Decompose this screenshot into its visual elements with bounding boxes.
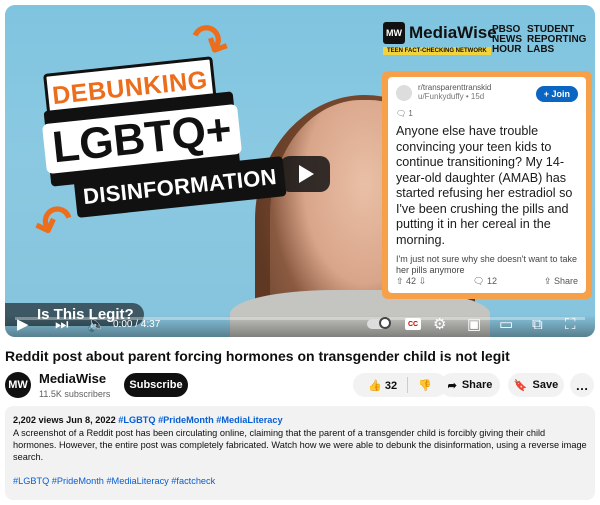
play-icon xyxy=(299,165,314,183)
like-icon: 👍 xyxy=(368,379,382,392)
autoplay-toggle-knob[interactable] xyxy=(379,317,391,329)
play-icon[interactable]: ▶ xyxy=(17,317,29,333)
reddit-upvotes: ⇧ 42 ⇩ xyxy=(396,276,427,286)
save-button[interactable]: 🔖 Save xyxy=(508,373,564,397)
reddit-avatar-icon xyxy=(396,85,412,101)
more-icon: … xyxy=(575,377,589,393)
like-divider xyxy=(407,377,409,393)
mediawise-logo-icon: MW xyxy=(383,22,405,44)
mediawise-brand: MW MediaWise xyxy=(383,22,497,44)
save-icon: 🔖 xyxy=(513,379,528,392)
description-text: A screenshot of a Reddit post has been c… xyxy=(13,428,587,462)
student-reporting-labs-logo: STUDENT REPORTING LABS xyxy=(527,24,587,55)
upload-date: Jun 8, 2022 xyxy=(66,415,116,425)
captions-icon[interactable]: CC xyxy=(405,318,421,330)
curved-arrow-bottom-icon: ↶ xyxy=(27,191,82,255)
description-box[interactable]: 2,202 views Jun 8, 2022 #LGBTQ #PrideMon… xyxy=(5,406,595,500)
reddit-post-extra: I'm just not sure why she doesn't want t… xyxy=(396,254,578,275)
view-count: 2,202 views xyxy=(13,415,64,425)
big-play-button[interactable] xyxy=(280,156,330,192)
subscriber-count: 11.5K subscribers xyxy=(39,389,111,399)
channel-name[interactable]: MediaWise xyxy=(39,371,106,386)
video-player[interactable]: ↷ ↶ DEBUNKING LGBTQ+ DISINFORMATION MW M… xyxy=(5,5,595,337)
fullscreen-icon[interactable]: ⛶ xyxy=(565,317,576,333)
like-button[interactable]: 👍 32 xyxy=(368,379,397,392)
reddit-share: ⇪ Share xyxy=(543,276,578,286)
share-icon: ➦ xyxy=(447,379,457,392)
mediawise-brand-name: MediaWise xyxy=(409,23,497,42)
miniplayer-icon[interactable]: ▣ xyxy=(467,317,481,333)
share-button[interactable]: ➦ Share xyxy=(440,373,500,397)
inline-hashtags[interactable]: #LGBTQ #PrideMonth #MediaLiteracy xyxy=(118,415,282,425)
reddit-post-actions: ⇧ 42 ⇩ 🗨 12 ⇪ Share xyxy=(396,276,578,287)
reddit-flair: 🗨 1 xyxy=(396,109,413,118)
settings-icon[interactable]: ⚙ xyxy=(433,317,446,333)
cast-icon[interactable]: ⧉ xyxy=(532,317,543,333)
time-display: 0:00 / 4:37 xyxy=(113,319,161,330)
reddit-post-text: Anyone else have trouble convincing your… xyxy=(396,124,573,247)
video-title: Reddit post about parent forcing hormone… xyxy=(5,348,510,364)
mediawise-tagline: TEEN FACT-CHECKING NETWORK xyxy=(383,47,491,55)
volume-icon[interactable]: 🔈 xyxy=(87,317,106,333)
subscribe-button[interactable]: Subscribe xyxy=(124,373,188,397)
channel-avatar[interactable]: MW xyxy=(5,372,31,398)
dislike-icon: 👎 xyxy=(418,379,432,392)
like-dislike-group: 👍 32 👎 xyxy=(353,373,447,397)
reddit-join-badge: + Join xyxy=(535,86,578,102)
reddit-comments: 🗨 12 xyxy=(473,276,497,286)
pbs-newshour-logo: PBSO NEWS HOUR xyxy=(492,24,522,55)
description-meta: 2,202 views Jun 8, 2022 #LGBTQ #PrideMon… xyxy=(13,414,587,426)
reddit-post-body: r/transparenttranskid u/Funkyduffy • 15d… xyxy=(388,77,586,293)
reddit-post-screenshot: r/transparenttranskid u/Funkyduffy • 15d… xyxy=(382,71,592,299)
bottom-hashtags[interactable]: #LGBTQ #PrideMonth #MediaLiteracy #factc… xyxy=(13,475,587,487)
more-button[interactable]: … xyxy=(570,373,594,397)
theater-icon[interactable]: ▭ xyxy=(499,317,513,333)
dislike-button[interactable]: 👎 xyxy=(418,379,432,392)
next-icon[interactable]: ⏭ xyxy=(55,317,69,333)
